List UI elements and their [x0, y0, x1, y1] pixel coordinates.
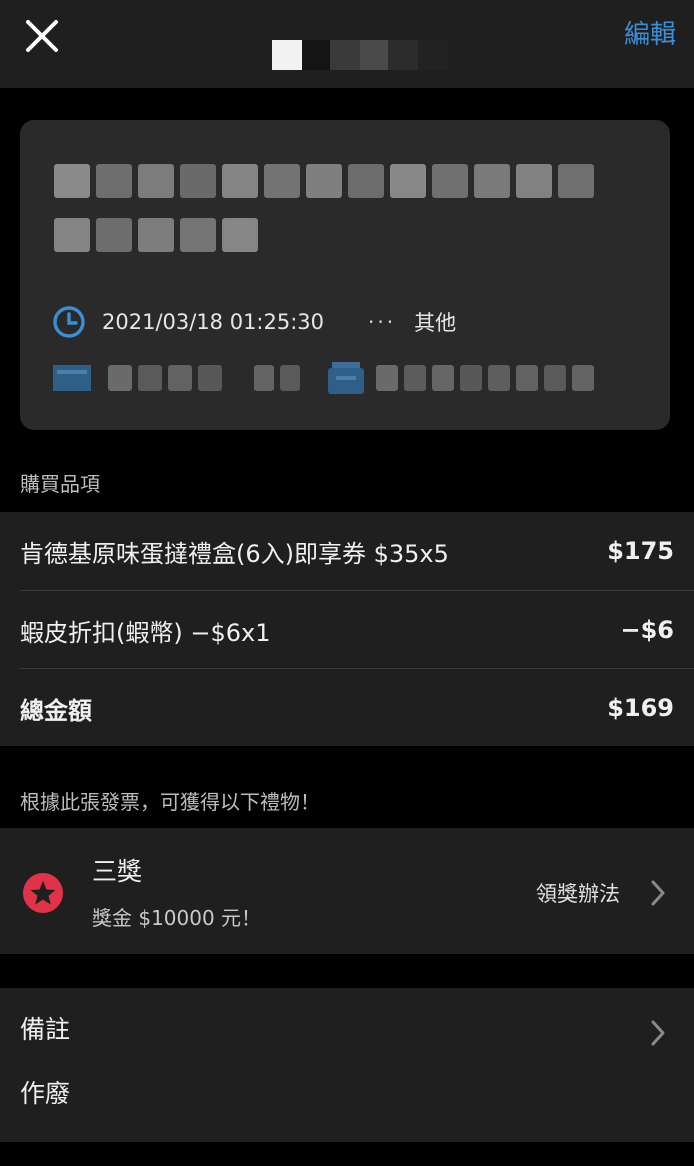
total-amount: $169: [607, 694, 674, 722]
more-dots-icon: ···: [368, 310, 397, 334]
remark-row[interactable]: 備註: [20, 1010, 70, 1046]
invoice-info-row: [52, 360, 594, 396]
chevron-right-icon[interactable]: [648, 1018, 668, 1048]
claim-instructions-link[interactable]: 領獎辦法: [536, 878, 620, 908]
notes-section: 備註 作廢: [0, 988, 694, 1142]
invoice-number-icon: [53, 365, 91, 391]
top-bar: 編輯: [0, 0, 694, 88]
prize-description: 獎金 $10000 元！: [92, 906, 262, 930]
gifts-section-label: 根據此張發票，可獲得以下禮物！: [20, 790, 320, 814]
page-title-redacted: [272, 40, 448, 70]
edit-button[interactable]: 編輯: [624, 14, 676, 51]
star-badge-icon: [23, 873, 63, 913]
purchase-section-label: 購買品項: [20, 472, 100, 496]
close-icon[interactable]: [20, 14, 64, 58]
seller-branch-redacted: [54, 218, 258, 252]
invoice-meta-row: 2021/03/18 01:25:30 ··· 其他: [52, 304, 456, 340]
purchase-item-row: 肯德基原味蛋撻禮盒(6入)即享券 $35x5 $175: [20, 512, 674, 590]
store-icon: [328, 362, 364, 394]
invoice-category: 其他: [414, 311, 457, 335]
invoice-card: 2021/03/18 01:25:30 ··· 其他: [20, 120, 670, 430]
chevron-right-icon: [651, 880, 665, 906]
clock-icon: [53, 306, 85, 338]
discount-item-row: 蝦皮折扣(蝦幣) −$6x1 −$6: [20, 591, 674, 669]
item-name: 蝦皮折扣(蝦幣) −$6x1: [20, 618, 271, 647]
seller-name-redacted: [54, 164, 594, 198]
store-id-redacted: [376, 365, 594, 391]
item-amount: −$6: [620, 616, 674, 644]
purchase-items-list: 肯德基原味蛋撻禮盒(6入)即享券 $35x5 $175 蝦皮折扣(蝦幣) −$6…: [0, 512, 694, 746]
invoice-number-redacted: [108, 365, 300, 391]
total-row: 總金額 $169: [20, 669, 674, 747]
prize-title: 三獎: [92, 857, 143, 886]
invoice-datetime: 2021/03/18 01:25:30: [102, 310, 325, 334]
void-button[interactable]: 作廢: [20, 1074, 70, 1110]
item-name: 肯德基原味蛋撻禮盒(6入)即享券 $35x5: [20, 539, 449, 568]
total-label: 總金額: [20, 696, 92, 725]
item-amount: $175: [607, 537, 674, 565]
prize-row[interactable]: 三獎 獎金 $10000 元！ 領獎辦法: [0, 828, 694, 954]
